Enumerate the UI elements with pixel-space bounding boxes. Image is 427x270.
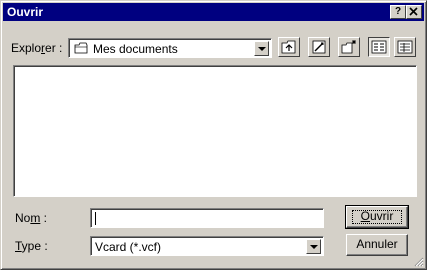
desktop-icon <box>312 40 326 54</box>
list-view-button[interactable] <box>368 37 390 57</box>
text-caret <box>95 212 96 225</box>
new-folder-button[interactable] <box>338 37 360 57</box>
file-type-label: Type : <box>15 239 48 253</box>
look-in-value: Mes documents <box>93 42 178 56</box>
up-one-level-button[interactable] <box>278 37 300 57</box>
open-dialog: Ouvrir ? Explorer : Mes documents Nom: … <box>0 0 427 270</box>
desktop-button[interactable] <box>308 37 330 57</box>
file-name-label: Nom : <box>15 211 48 225</box>
open-button[interactable]: Ouvrir <box>345 205 409 229</box>
new-folder-icon <box>341 40 356 54</box>
file-name-field[interactable] <box>90 208 324 228</box>
chevron-down-icon[interactable] <box>254 41 269 56</box>
folder-icon <box>74 42 88 54</box>
file-list[interactable] <box>13 65 417 197</box>
details-view-icon <box>397 40 413 54</box>
cancel-button[interactable]: Annuler <box>346 234 408 256</box>
help-button[interactable]: ? <box>390 5 406 19</box>
window-title: Ouvrir <box>7 5 44 19</box>
resize-grip-icon[interactable] <box>412 255 424 267</box>
details-view-button[interactable] <box>394 37 416 57</box>
chevron-down-icon[interactable] <box>306 239 321 254</box>
close-icon <box>409 7 418 16</box>
file-type-dropdown[interactable]: Vcard (*.vcf) <box>90 236 324 256</box>
list-view-icon <box>371 40 387 54</box>
up-one-level-icon <box>281 40 296 54</box>
look-in-label: Explorer : <box>11 41 63 55</box>
look-in-dropdown[interactable]: Mes documents <box>68 38 272 58</box>
file-type-value: Vcard (*.vcf) <box>95 240 162 254</box>
focus-indicator <box>352 210 402 224</box>
title-bar[interactable]: Ouvrir ? <box>3 3 424 21</box>
close-button[interactable] <box>406 5 422 19</box>
